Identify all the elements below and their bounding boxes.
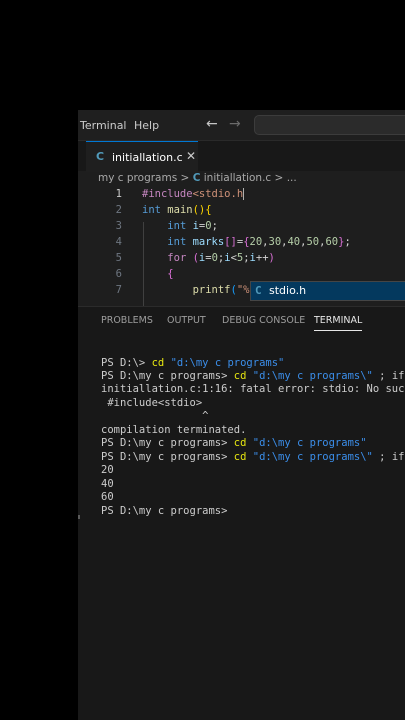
line-number: 6 — [115, 268, 122, 280]
code-line-4: int marks[]={20,30,40,50,60}; — [167, 236, 351, 248]
terminal-line: PS D:\my c programs> — [101, 505, 234, 517]
terminal-line: PS D:\my c programs> cd "d:\my c program… — [101, 370, 405, 382]
command-center-search[interactable] — [254, 115, 405, 135]
terminal-line: #include<stdio> — [101, 397, 203, 409]
code-line-2: int main(){ — [142, 204, 212, 216]
vscode-window: Terminal Help ← → C initiallation.c ✕ my… — [78, 110, 405, 720]
tab-initiallation-c[interactable]: C initiallation.c ✕ — [86, 141, 198, 172]
line-number: 5 — [115, 252, 122, 264]
terminal-line: PS D:\> cd "d:\my c programs" — [101, 357, 285, 369]
menu-help[interactable]: Help — [134, 119, 159, 132]
breadcrumb-file[interactable]: initiallation.c — [204, 172, 271, 184]
line-number: 3 — [115, 220, 122, 232]
breadcrumb: my c programs > C initiallation.c > ... — [98, 172, 297, 188]
terminal-line: 20 — [101, 464, 114, 476]
terminal-line: initiallation.c:1:16: fatal error: stdio… — [101, 383, 405, 395]
line-number: 1 — [115, 188, 122, 200]
c-file-icon: C — [255, 284, 262, 297]
line-number: 7 — [115, 284, 122, 296]
suggestion-label[interactable]: stdio.h — [269, 284, 306, 297]
line-number: 4 — [115, 236, 122, 248]
suggestion-widget[interactable]: C stdio.h — [250, 281, 405, 301]
terminal-line: PS D:\my c programs> cd "d:\my c program… — [101, 437, 367, 449]
code-editor[interactable]: 1 2 3 4 5 6 7 #include<stdio.h int main(… — [78, 188, 405, 306]
bottom-panel: PROBLEMS OUTPUT DEBUG CONSOLE TERMINAL P… — [78, 306, 405, 720]
terminal-line: 60 — [101, 491, 114, 503]
terminal-line: ^ — [101, 410, 209, 422]
breadcrumb-separator: > — [274, 172, 284, 184]
back-arrow-icon[interactable]: ← — [206, 116, 218, 132]
terminal-line: PS D:\my c programs> cd "d:\my c program… — [101, 451, 405, 463]
terminal-line: compilation terminated. — [101, 424, 247, 436]
tab-output[interactable]: OUTPUT — [167, 315, 206, 326]
close-icon[interactable]: ✕ — [186, 149, 196, 163]
forward-arrow-icon[interactable]: → — [229, 116, 241, 132]
tab-terminal[interactable]: TERMINAL — [314, 315, 363, 331]
c-file-icon: C — [96, 150, 105, 163]
breadcrumb-separator: > — [180, 172, 190, 184]
tab-debug-console[interactable]: DEBUG CONSOLE — [222, 315, 305, 326]
line-number: 2 — [115, 204, 122, 216]
c-file-icon: C — [192, 172, 201, 184]
code-line-5: for (i=0;i<5;i++) — [167, 252, 275, 264]
menu-terminal[interactable]: Terminal — [80, 119, 127, 132]
menu-bar: Terminal Help ← → — [78, 110, 405, 141]
code-line-3: int i=0; — [167, 220, 218, 232]
text-cursor — [243, 188, 245, 200]
editor-tab-bar: C initiallation.c ✕ — [78, 141, 405, 172]
code-line-6: { — [167, 268, 174, 280]
sash-handle[interactable] — [78, 515, 80, 519]
code-line-1: #include<stdio.h — [142, 188, 245, 200]
breadcrumb-folder[interactable]: my c programs — [98, 172, 177, 184]
tab-problems[interactable]: PROBLEMS — [101, 315, 153, 326]
breadcrumb-more[interactable]: ... — [287, 172, 297, 184]
terminal-line: 40 — [101, 478, 114, 490]
tab-label: initiallation.c — [112, 151, 183, 164]
